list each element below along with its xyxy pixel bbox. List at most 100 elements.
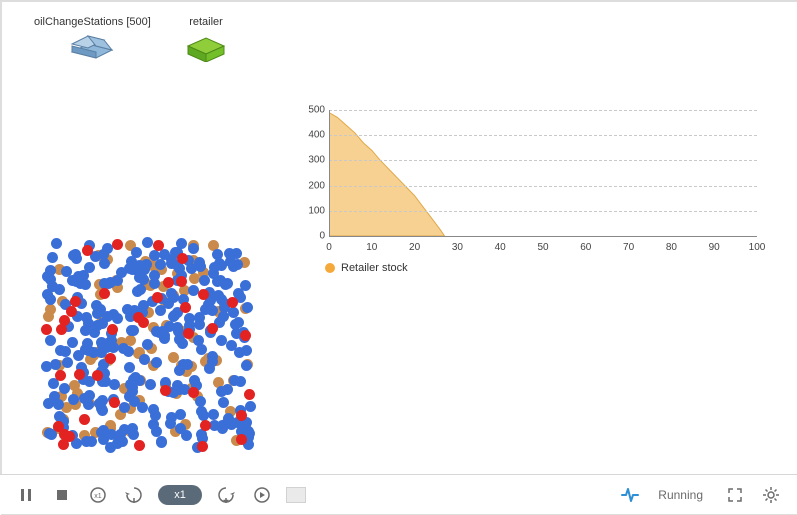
agent-dot bbox=[227, 297, 238, 308]
agent-dot bbox=[102, 311, 113, 322]
agent-dot bbox=[68, 394, 79, 405]
agent-dot bbox=[229, 375, 240, 386]
agent-dot bbox=[53, 421, 64, 432]
agent-retailer[interactable]: retailer bbox=[182, 16, 230, 65]
legend-label: Retailer stock bbox=[341, 262, 408, 274]
agent-dot bbox=[82, 245, 93, 256]
speed-indicator[interactable]: x1 bbox=[158, 485, 202, 505]
agent-dot bbox=[47, 252, 58, 263]
x-tick-label: 0 bbox=[326, 242, 332, 253]
agent-population-view[interactable] bbox=[40, 237, 255, 452]
agent-dot bbox=[177, 253, 188, 264]
agent-dot bbox=[178, 359, 189, 370]
chart-legend: Retailer stock bbox=[325, 262, 757, 274]
agent-dot bbox=[134, 272, 145, 283]
agent-dot bbox=[109, 379, 120, 390]
agent-dot bbox=[166, 288, 177, 299]
status-text: Running bbox=[658, 488, 703, 502]
agent-dot bbox=[124, 362, 135, 373]
realtime-speed-button[interactable]: x1 bbox=[86, 483, 110, 507]
agent-dot bbox=[112, 313, 123, 324]
agent-dot bbox=[199, 275, 210, 286]
agent-dot bbox=[189, 375, 200, 386]
agent-oil-change-stations[interactable]: oilChangeStations [500] bbox=[34, 16, 151, 65]
agent-dot bbox=[105, 353, 116, 364]
agent-dot bbox=[236, 434, 247, 445]
agent-dot bbox=[134, 440, 145, 451]
agent-dot bbox=[118, 343, 129, 354]
agent-dot bbox=[234, 347, 245, 358]
speed-label: x1 bbox=[174, 489, 186, 501]
x-tick-label: 30 bbox=[452, 242, 463, 253]
stop-button[interactable] bbox=[50, 483, 74, 507]
step-forward-button[interactable] bbox=[250, 483, 274, 507]
agent-dot bbox=[245, 401, 256, 412]
agent-dot bbox=[86, 436, 97, 447]
agent-dot bbox=[126, 325, 137, 336]
y-tick-label: 200 bbox=[299, 180, 325, 191]
x-tick-label: 40 bbox=[495, 242, 506, 253]
agent-dot bbox=[92, 320, 103, 331]
agent-dot bbox=[135, 284, 146, 295]
pause-button[interactable] bbox=[14, 483, 38, 507]
agent-dot bbox=[125, 379, 136, 390]
agent-dot bbox=[153, 240, 164, 251]
fullscreen-button[interactable] bbox=[723, 483, 747, 507]
agent-dot bbox=[60, 346, 71, 357]
settings-button[interactable] bbox=[759, 483, 783, 507]
agent-dot bbox=[213, 290, 224, 301]
agent-dot bbox=[176, 238, 187, 249]
agent-dot bbox=[41, 361, 52, 372]
agent-dot bbox=[145, 379, 156, 390]
agent-dot bbox=[133, 312, 144, 323]
x-tick-label: 60 bbox=[580, 242, 591, 253]
x-tick-label: 100 bbox=[749, 242, 766, 253]
agent-dot bbox=[242, 302, 253, 313]
slow-down-button[interactable] bbox=[122, 483, 146, 507]
agent-dot bbox=[205, 304, 216, 315]
agent-label: oilChangeStations [500] bbox=[34, 16, 151, 28]
agent-dot bbox=[74, 369, 85, 380]
agent-dot bbox=[47, 281, 58, 292]
agent-dot bbox=[126, 256, 137, 267]
x-tick-label: 50 bbox=[537, 242, 548, 253]
progress-placeholder bbox=[286, 487, 306, 503]
agent-dot bbox=[99, 288, 110, 299]
agent-dot bbox=[154, 327, 165, 338]
agent-dot bbox=[59, 383, 70, 394]
agent-dot bbox=[194, 312, 205, 323]
speed-up-button[interactable] bbox=[214, 483, 238, 507]
agent-dot bbox=[99, 258, 110, 269]
agent-dot bbox=[116, 267, 127, 278]
agent-dot bbox=[75, 278, 86, 289]
agent-dot bbox=[41, 324, 52, 335]
agent-dot bbox=[217, 423, 228, 434]
agent-dot bbox=[195, 396, 206, 407]
agent-dot bbox=[244, 389, 255, 400]
agent-dot bbox=[62, 357, 73, 368]
agent-dot bbox=[51, 238, 62, 249]
x-tick-label: 80 bbox=[666, 242, 677, 253]
y-tick-label: 0 bbox=[299, 231, 325, 242]
agent-dot bbox=[128, 429, 139, 440]
agent-dot bbox=[156, 436, 167, 447]
agent-dot bbox=[56, 324, 67, 335]
agent-dot bbox=[45, 335, 56, 346]
agent-dot bbox=[240, 280, 251, 291]
agent-dot bbox=[168, 352, 179, 363]
x-tick-label: 70 bbox=[623, 242, 634, 253]
agent-dot bbox=[200, 420, 211, 431]
warehouse-icon bbox=[68, 30, 116, 62]
agent-dot bbox=[208, 409, 219, 420]
x-tick-label: 90 bbox=[709, 242, 720, 253]
agent-dot bbox=[142, 237, 153, 248]
agent-dot bbox=[68, 250, 79, 261]
x-tick-label: 20 bbox=[409, 242, 420, 253]
agent-dot bbox=[43, 311, 54, 322]
agent-dot bbox=[55, 370, 66, 381]
agent-dot bbox=[150, 410, 161, 421]
agent-dot bbox=[198, 289, 209, 300]
agent-dot bbox=[241, 360, 252, 371]
agent-dot bbox=[183, 328, 194, 339]
retailer-stock-chart: 01002003004005000102030405060708090100 R… bbox=[297, 110, 757, 274]
